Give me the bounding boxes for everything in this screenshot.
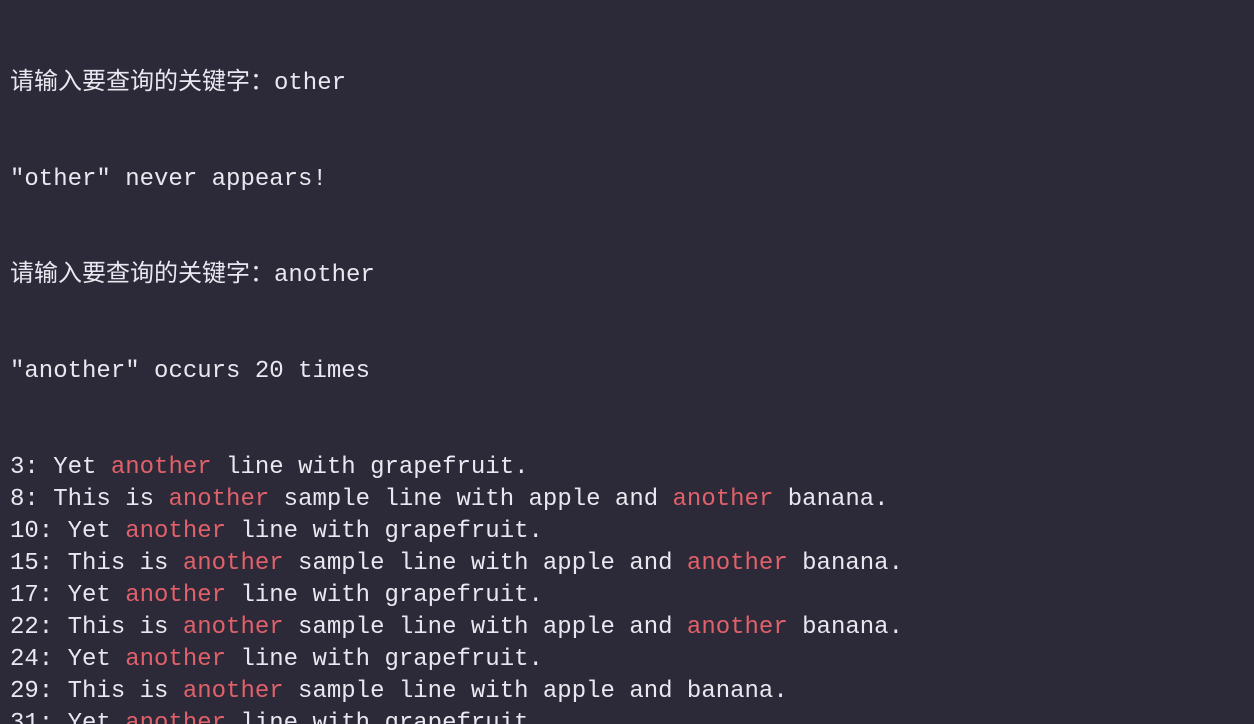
line-number: 10:	[10, 518, 68, 545]
text-segment: banana.	[773, 486, 888, 513]
text-segment: This is	[68, 678, 183, 705]
text-segment: This is	[68, 550, 183, 577]
result-line: 29: This is another sample line with app…	[10, 676, 1244, 708]
occurs-word: another	[24, 358, 125, 385]
text-segment: Yet	[68, 582, 126, 609]
result-line: 15: This is another sample line with app…	[10, 548, 1244, 580]
highlighted-keyword: another	[673, 486, 774, 513]
occurs-msg: "another" occurs 20 times	[10, 356, 1244, 388]
highlighted-keyword: another	[687, 550, 788, 577]
result-line: 3: Yet another line with grapefruit.	[10, 452, 1244, 484]
text-segment: sample line with apple and banana.	[284, 678, 788, 705]
line-number: 15:	[10, 550, 68, 577]
quote: "	[10, 358, 24, 385]
occurs-count: 20	[255, 358, 284, 385]
text-segment: Yet	[68, 710, 126, 724]
never-suffix: " never appears!	[96, 166, 326, 193]
text-segment: This is	[53, 486, 168, 513]
text-segment: Yet	[68, 646, 126, 673]
prompt-line-1: 请输入要查询的关键字：other	[10, 68, 1244, 100]
result-line: 24: Yet another line with grapefruit.	[10, 644, 1244, 676]
highlighted-keyword: another	[183, 550, 284, 577]
line-number: 22:	[10, 614, 68, 641]
result-line: 8: This is another sample line with appl…	[10, 484, 1244, 516]
line-number: 29:	[10, 678, 68, 705]
text-segment: line with grapefruit.	[226, 646, 543, 673]
text-segment: Yet	[53, 454, 111, 481]
highlighted-keyword: another	[125, 710, 226, 724]
text-segment: This is	[68, 614, 183, 641]
result-line: 31: Yet another line with grapefruit.	[10, 708, 1244, 724]
text-segment: line with grapefruit.	[226, 710, 543, 724]
line-number: 17:	[10, 582, 68, 609]
line-number: 31:	[10, 710, 68, 724]
text-segment: sample line with apple and	[269, 486, 672, 513]
highlighted-keyword: another	[183, 614, 284, 641]
highlighted-keyword: another	[111, 454, 212, 481]
text-segment: banana.	[788, 614, 903, 641]
prompt-line-2: 请输入要查询的关键字：another	[10, 260, 1244, 292]
highlighted-keyword: another	[125, 518, 226, 545]
highlighted-keyword: another	[183, 678, 284, 705]
highlighted-keyword: another	[687, 614, 788, 641]
terminal-output[interactable]: 请输入要查询的关键字：other "other" never appears! …	[0, 0, 1254, 724]
never-appears-msg: "other" never appears!	[10, 164, 1244, 196]
text-segment: sample line with apple and	[284, 550, 687, 577]
query-entered: another	[274, 262, 375, 289]
line-number: 8:	[10, 486, 53, 513]
result-line: 10: Yet another line with grapefruit.	[10, 516, 1244, 548]
text-segment: sample line with apple and	[284, 614, 687, 641]
result-line: 17: Yet another line with grapefruit.	[10, 580, 1244, 612]
line-number: 3:	[10, 454, 53, 481]
result-line: 22: This is another sample line with app…	[10, 612, 1244, 644]
prompt-label: 请输入要查询的关键字：	[10, 70, 274, 97]
query-entered: other	[274, 70, 346, 97]
highlighted-keyword: another	[168, 486, 269, 513]
text-segment: line with grapefruit.	[226, 518, 543, 545]
never-word: other	[24, 166, 96, 193]
occurs-mid: " occurs	[125, 358, 255, 385]
quote: "	[10, 166, 24, 193]
text-segment: Yet	[68, 518, 126, 545]
line-number: 24:	[10, 646, 68, 673]
highlighted-keyword: another	[125, 646, 226, 673]
prompt-label: 请输入要查询的关键字：	[10, 262, 274, 289]
text-segment: line with grapefruit.	[226, 582, 543, 609]
text-segment: line with grapefruit.	[212, 454, 529, 481]
occurs-suffix: times	[284, 358, 370, 385]
text-segment: banana.	[788, 550, 903, 577]
highlighted-keyword: another	[125, 582, 226, 609]
